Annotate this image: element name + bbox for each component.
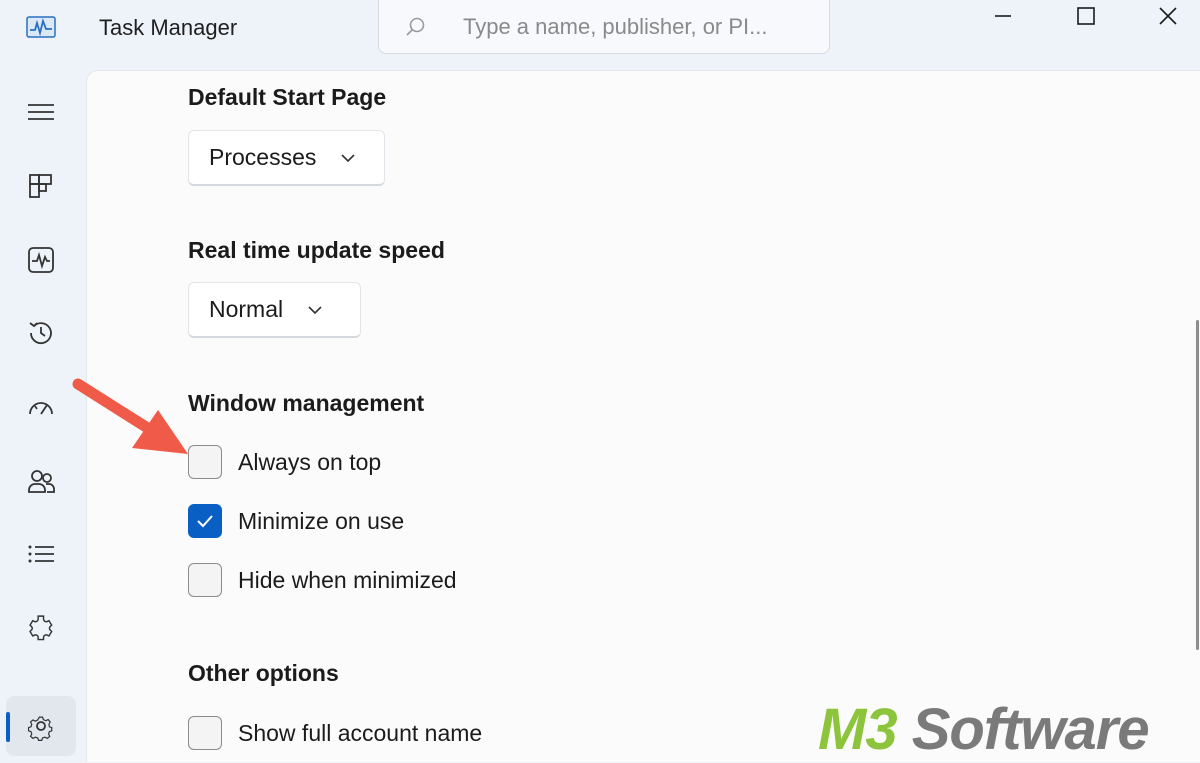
window-management-heading: Window management <box>188 390 425 416</box>
hamburger-menu-icon <box>28 104 54 120</box>
nav-item-details[interactable] <box>0 524 82 584</box>
nav-item-processes[interactable] <box>0 156 82 216</box>
maximize-icon <box>1077 7 1095 25</box>
nav-item-settings[interactable] <box>6 696 76 756</box>
startup-apps-icon <box>29 402 53 415</box>
minimize-on-use-label[interactable]: Minimize on use <box>238 508 404 535</box>
default-start-page-value: Processes <box>209 144 317 170</box>
settings-gear-icon <box>27 716 53 741</box>
performance-icon <box>28 247 54 273</box>
scrollbar[interactable] <box>1196 320 1199 650</box>
close-icon <box>1159 7 1177 25</box>
nav-item-performance[interactable] <box>0 230 82 290</box>
nav-menu-toggle[interactable] <box>0 82 82 142</box>
services-icon <box>29 615 53 641</box>
processes-icon <box>29 174 52 198</box>
search-box[interactable]: Type a name, publisher, or PI... <box>378 0 830 54</box>
other-options-heading: Other options <box>188 660 339 686</box>
chevron-down-icon <box>308 305 322 314</box>
minimize-icon <box>995 15 1011 17</box>
always-on-top-label[interactable]: Always on top <box>238 449 381 476</box>
nav-item-app-history[interactable] <box>0 303 82 363</box>
maximize-button[interactable] <box>1055 0 1117 32</box>
hide-when-minimized-label[interactable]: Hide when minimized <box>238 567 457 594</box>
window-title: Task Manager <box>99 15 238 40</box>
default-start-page-dropdown[interactable]: Processes <box>188 130 385 186</box>
details-icon <box>28 545 54 563</box>
hide-when-minimized-checkbox[interactable] <box>188 563 222 597</box>
task-manager-app-icon <box>26 16 56 38</box>
watermark-brand: M3 <box>818 697 898 762</box>
nav-item-services[interactable] <box>0 598 82 658</box>
default-start-page-heading: Default Start Page <box>188 84 387 110</box>
watermark-text: Software <box>896 697 1150 762</box>
title-bar: Task Manager Type a name, publisher, or … <box>0 0 1200 70</box>
update-speed-value: Normal <box>209 296 284 322</box>
users-icon <box>28 470 55 493</box>
close-button[interactable] <box>1137 0 1199 32</box>
minimize-on-use-checkbox[interactable] <box>188 504 222 538</box>
app-history-icon <box>29 322 52 345</box>
show-full-account-name-checkbox[interactable] <box>188 716 222 750</box>
search-input[interactable]: Type a name, publisher, or PI... <box>463 14 768 40</box>
minimize-button[interactable] <box>972 0 1034 32</box>
selected-nav-indicator <box>6 712 10 742</box>
search-icon <box>406 17 425 36</box>
watermark-logo: M3 Software <box>818 696 1150 763</box>
checkmark-icon <box>197 515 213 528</box>
update-speed-dropdown[interactable]: Normal <box>188 282 361 338</box>
chevron-down-icon <box>341 153 355 162</box>
update-speed-heading: Real time update speed <box>188 237 445 263</box>
show-full-account-name-label[interactable]: Show full account name <box>238 720 482 747</box>
annotation-arrow <box>72 378 188 454</box>
